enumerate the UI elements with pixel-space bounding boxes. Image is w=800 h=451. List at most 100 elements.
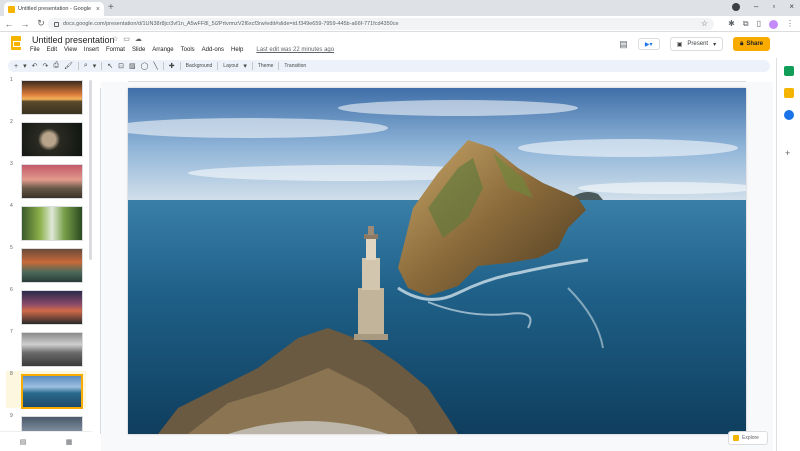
- divider: [217, 62, 219, 70]
- cloud-status-icon[interactable]: ☁: [135, 35, 142, 43]
- explore-button[interactable]: Explore: [728, 431, 768, 445]
- select-icon[interactable]: ↖: [107, 62, 113, 70]
- restore-icon[interactable]: ▫: [772, 2, 775, 11]
- new-slide-icon[interactable]: +: [14, 63, 18, 70]
- close-window-icon[interactable]: ×: [789, 2, 794, 11]
- menu-arrange[interactable]: Arrange: [152, 47, 173, 53]
- move-folder-icon[interactable]: ▭: [123, 35, 130, 43]
- slide-number: 6: [10, 287, 13, 293]
- slide-image: [21, 248, 83, 283]
- layout-button[interactable]: Layout: [223, 63, 238, 69]
- transition-button[interactable]: Transition: [284, 63, 306, 69]
- profile-icon[interactable]: [732, 2, 741, 11]
- slide-thumbnail-4[interactable]: 4: [6, 203, 86, 241]
- reload-icon[interactable]: ↻: [34, 18, 48, 29]
- slide-number: 2: [10, 119, 13, 125]
- slide-image: [21, 164, 83, 199]
- slide-thumbnail-9[interactable]: 9: [6, 413, 86, 431]
- undo-icon[interactable]: ↶: [32, 62, 38, 70]
- chevron-down-icon[interactable]: ▾: [23, 62, 27, 70]
- chevron-down-icon[interactable]: ▾: [93, 62, 97, 70]
- menu-format[interactable]: Format: [106, 47, 125, 53]
- star-icon[interactable]: ☆: [112, 35, 118, 43]
- chevron-down-icon[interactable]: ▾: [713, 41, 716, 48]
- forward-icon[interactable]: →: [18, 19, 32, 29]
- comment-history-icon[interactable]: ▤: [619, 39, 628, 50]
- slide-number: 5: [10, 245, 13, 251]
- close-tab-icon[interactable]: ×: [96, 6, 100, 13]
- zoom-icon[interactable]: ⌕: [84, 62, 88, 70]
- new-tab-icon[interactable]: +: [108, 3, 114, 13]
- slides-logo-icon[interactable]: [11, 36, 21, 50]
- puzzle-icon[interactable]: ⧉: [743, 18, 749, 30]
- slide-thumbnail-5[interactable]: 5: [6, 245, 86, 283]
- sidebar-icon[interactable]: ▯: [757, 18, 761, 30]
- present-button[interactable]: ▣ Present ▾: [669, 37, 724, 51]
- extension-icon[interactable]: ✱: [728, 18, 735, 30]
- menu-addons[interactable]: Add-ons: [202, 47, 224, 53]
- slide-thumbnail-6[interactable]: 6: [6, 287, 86, 325]
- tasks-icon[interactable]: [784, 110, 794, 120]
- filmstrip-view-controls: ▤ ▦: [0, 431, 92, 451]
- url-input[interactable]: docs.google.com/presentation/d/1UN38r8jc…: [48, 18, 714, 30]
- keep-icon[interactable]: [784, 88, 794, 98]
- redo-icon[interactable]: ↷: [42, 62, 48, 70]
- meet-present-button[interactable]: ▶▾: [637, 38, 660, 50]
- browser-tab-title: Untitled presentation - Google S: [18, 6, 93, 12]
- slides-favicon-icon: [8, 5, 15, 13]
- document-title[interactable]: Untitled presentation: [32, 35, 115, 45]
- slide-thumbnail-1[interactable]: 1: [6, 77, 86, 115]
- theme-button[interactable]: Theme: [258, 63, 274, 69]
- filmstrip-scrollbar[interactable]: [89, 80, 92, 260]
- menu-help[interactable]: Help: [231, 47, 243, 53]
- menu-slide[interactable]: Slide: [132, 47, 145, 53]
- slide-number: 4: [10, 203, 13, 209]
- slide-number: 7: [10, 329, 13, 335]
- shape-icon[interactable]: ◯: [141, 62, 149, 70]
- comment-icon[interactable]: ✚: [169, 62, 175, 70]
- filmstrip-view-icon[interactable]: ▤: [20, 438, 27, 446]
- toolbar: + ▾ ↶ ↷ ⎙ 🖌︎ ⌕ ▾ ↖ ⊡ ▨ ◯ ╲ ✚ Background …: [8, 60, 770, 72]
- slide-canvas[interactable]: [128, 88, 746, 434]
- avatar[interactable]: [769, 19, 778, 29]
- line-icon[interactable]: ╲: [154, 62, 158, 70]
- share-button[interactable]: 🔒︎ Share: [733, 37, 770, 51]
- menu-insert[interactable]: Insert: [84, 47, 99, 53]
- sheets-icon[interactable]: [784, 66, 794, 76]
- present-label: Present: [687, 41, 709, 47]
- share-label: Share: [746, 41, 763, 47]
- last-edit-link[interactable]: Last edit was 22 minutes ago: [256, 47, 334, 53]
- background-button[interactable]: Background: [186, 63, 213, 69]
- menu-edit[interactable]: Edit: [47, 47, 57, 53]
- back-icon[interactable]: ←: [2, 19, 16, 29]
- more-menu-icon[interactable]: ⋮: [786, 18, 794, 30]
- vertical-ruler: [95, 88, 101, 434]
- address-bar: ← → ↻ docs.google.com/presentation/d/1UN…: [0, 16, 800, 32]
- slide-number: 9: [10, 413, 13, 419]
- slide-image: [21, 290, 83, 325]
- chevron-down-icon[interactable]: ▾: [243, 62, 247, 70]
- menu-bar: File Edit View Insert Format Slide Arran…: [30, 47, 334, 53]
- present-icon: ▣: [676, 41, 683, 48]
- add-addon-icon[interactable]: +: [785, 148, 790, 158]
- menu-tools[interactable]: Tools: [181, 47, 195, 53]
- browser-tab-strip: Untitled presentation - Google S × + – ▫…: [0, 0, 800, 16]
- slide-thumbnail-8[interactable]: 8: [6, 371, 86, 409]
- lock-icon: [54, 21, 59, 27]
- grid-view-icon[interactable]: ▦: [66, 438, 73, 446]
- bookmark-star-icon[interactable]: ☆: [701, 18, 708, 30]
- slide-thumbnail-2[interactable]: 2: [6, 119, 86, 157]
- menu-view[interactable]: View: [64, 47, 77, 53]
- browser-tab[interactable]: Untitled presentation - Google S ×: [4, 2, 104, 16]
- slide-thumbnail-7[interactable]: 7: [6, 329, 86, 367]
- header-actions: ▤ ▶▾ ▣ Present ▾ 🔒︎ Share: [619, 37, 770, 51]
- menu-file[interactable]: File: [30, 47, 40, 53]
- paint-format-icon[interactable]: 🖌︎: [64, 62, 73, 70]
- minimize-icon[interactable]: –: [754, 2, 758, 11]
- print-icon[interactable]: ⎙: [53, 62, 59, 70]
- divider: [101, 62, 103, 70]
- slide-image: [21, 80, 83, 115]
- text-box-icon[interactable]: ⊡: [118, 62, 124, 70]
- slide-thumbnail-3[interactable]: 3: [6, 161, 86, 199]
- image-icon[interactable]: ▨: [129, 62, 136, 70]
